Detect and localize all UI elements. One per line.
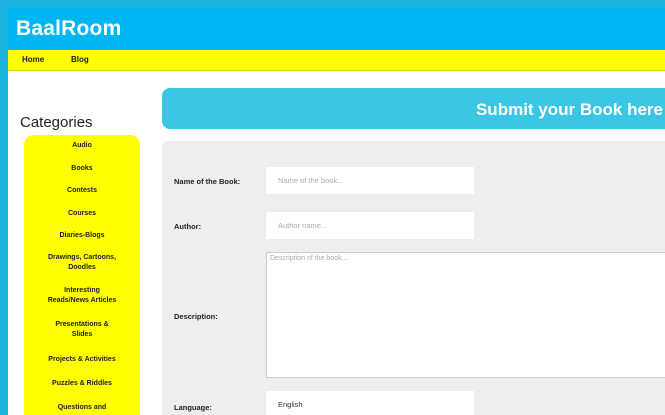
category-presentations[interactable]: Presentations & Slides — [24, 320, 140, 340]
category-books[interactable]: Books — [24, 164, 140, 174]
description-textarea[interactable] — [266, 252, 665, 378]
author-input[interactable] — [266, 212, 474, 239]
author-label: Author: — [174, 222, 202, 231]
language-input[interactable] — [266, 391, 474, 415]
category-questions[interactable]: Questions and — [24, 403, 140, 413]
book-name-input[interactable] — [266, 167, 474, 194]
category-puzzles[interactable]: Puzzles & Riddles — [24, 379, 140, 389]
nav-home-link[interactable]: Home — [22, 55, 44, 64]
category-interesting-reads[interactable]: Interesting Reads/News Articles — [24, 286, 140, 306]
submit-banner: Submit your Book here — [162, 88, 665, 129]
site-header: BaalRoom — [8, 8, 665, 50]
nav-blog-link[interactable]: Blog — [71, 55, 89, 64]
category-diaries-blogs[interactable]: Diaries-Blogs — [24, 231, 140, 241]
banner-title: Submit your Book here — [475, 100, 663, 119]
brand-logo[interactable]: BaalRoom — [16, 17, 121, 41]
nav-bar: Home Blog — [8, 50, 665, 71]
category-contests[interactable]: Contests — [24, 186, 140, 196]
category-drawings[interactable]: Drawings, Cartoons, Doodles — [24, 253, 140, 273]
description-label: Description: — [174, 312, 218, 321]
page: BaalRoom Home Blog Categories Audio Book… — [8, 8, 665, 415]
category-projects[interactable]: Projects & Activities — [24, 355, 140, 365]
categories-list: Audio Books Contests Courses Diaries-Blo… — [24, 135, 140, 415]
category-audio[interactable]: Audio — [24, 141, 140, 151]
book-submit-form: Name of the Book: Author: Description: L… — [162, 141, 665, 415]
categories-heading: Categories — [20, 114, 93, 131]
book-name-label: Name of the Book: — [174, 177, 241, 186]
language-label: Language: — [174, 403, 212, 412]
category-courses[interactable]: Courses — [24, 209, 140, 219]
